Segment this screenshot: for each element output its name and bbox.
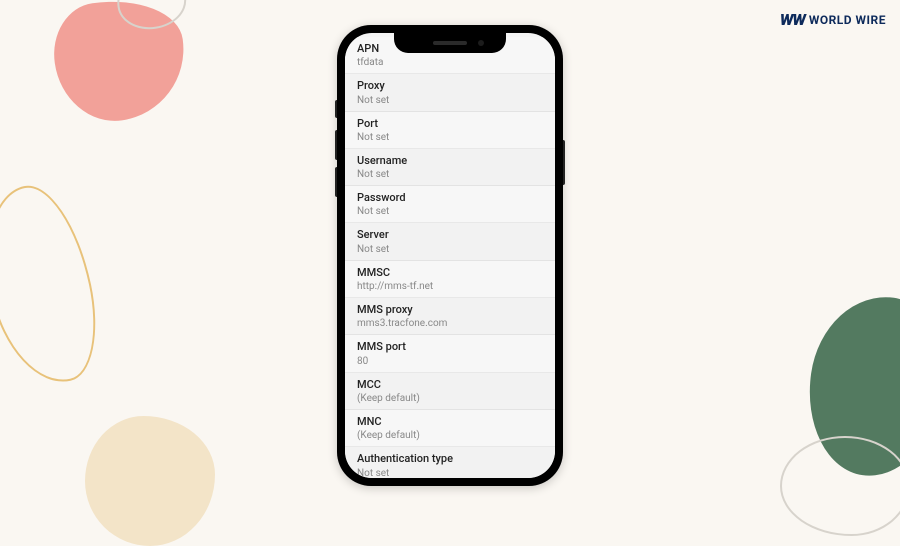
phone-volume-down bbox=[335, 167, 337, 197]
brand-logo-mark: WW bbox=[780, 10, 805, 29]
row-label: MMS port bbox=[357, 340, 543, 354]
row-label: MCC bbox=[357, 378, 543, 392]
row-value: Not set bbox=[357, 243, 543, 256]
decorative-outline-yellow bbox=[0, 177, 110, 393]
row-value: (Keep default) bbox=[357, 429, 543, 442]
row-value: Not set bbox=[357, 168, 543, 181]
apn-row-mnc[interactable]: MNC (Keep default) bbox=[345, 410, 555, 447]
row-label: Authentication type bbox=[357, 452, 543, 466]
speaker-icon bbox=[433, 41, 467, 45]
apn-row-mms-proxy[interactable]: MMS proxy mms3.tracfone.com bbox=[345, 298, 555, 335]
row-value: Not set bbox=[357, 205, 543, 218]
brand-logo: WW WORLD WIRE bbox=[780, 10, 886, 29]
apn-row-mcc[interactable]: MCC (Keep default) bbox=[345, 373, 555, 410]
phone-volume-up bbox=[335, 130, 337, 160]
row-value: http://mms-tf.net bbox=[357, 280, 543, 293]
decorative-outline-gray bbox=[780, 436, 900, 536]
apn-row-mmsc[interactable]: MMSC http://mms-tf.net bbox=[345, 261, 555, 298]
apn-row-auth-type[interactable]: Authentication type Not set bbox=[345, 447, 555, 478]
phone-mute-switch bbox=[335, 100, 337, 118]
decorative-blob-pink bbox=[47, 0, 192, 128]
camera-icon bbox=[478, 40, 484, 46]
row-value: Not set bbox=[357, 131, 543, 144]
row-value: tfdata bbox=[357, 56, 543, 69]
decorative-blob-cream bbox=[85, 416, 215, 546]
row-label: MNC bbox=[357, 415, 543, 429]
phone-screen: APN tfdata Proxy Not set Port Not set Us… bbox=[345, 33, 555, 478]
apn-row-port[interactable]: Port Not set bbox=[345, 112, 555, 149]
brand-logo-text: WORLD WIRE bbox=[809, 13, 886, 27]
apn-settings-list[interactable]: APN tfdata Proxy Not set Port Not set Us… bbox=[345, 33, 555, 478]
row-label: Server bbox=[357, 228, 543, 242]
row-value: 80 bbox=[357, 355, 543, 368]
apn-row-mms-port[interactable]: MMS port 80 bbox=[345, 335, 555, 372]
row-label: Username bbox=[357, 154, 543, 168]
apn-row-username[interactable]: Username Not set bbox=[345, 149, 555, 186]
apn-row-server[interactable]: Server Not set bbox=[345, 223, 555, 260]
row-value: (Keep default) bbox=[357, 392, 543, 405]
row-label: Proxy bbox=[357, 79, 543, 93]
phone-notch bbox=[394, 33, 506, 53]
row-value: Not set bbox=[357, 94, 543, 107]
apn-row-password[interactable]: Password Not set bbox=[345, 186, 555, 223]
phone-mockup: APN tfdata Proxy Not set Port Not set Us… bbox=[337, 25, 563, 486]
row-label: MMS proxy bbox=[357, 303, 543, 317]
phone-power-button bbox=[563, 140, 565, 185]
row-label: Password bbox=[357, 191, 543, 205]
row-value: Not set bbox=[357, 467, 543, 478]
apn-row-proxy[interactable]: Proxy Not set bbox=[345, 74, 555, 111]
row-label: Port bbox=[357, 117, 543, 131]
row-value: mms3.tracfone.com bbox=[357, 317, 543, 330]
row-label: MMSC bbox=[357, 266, 543, 280]
